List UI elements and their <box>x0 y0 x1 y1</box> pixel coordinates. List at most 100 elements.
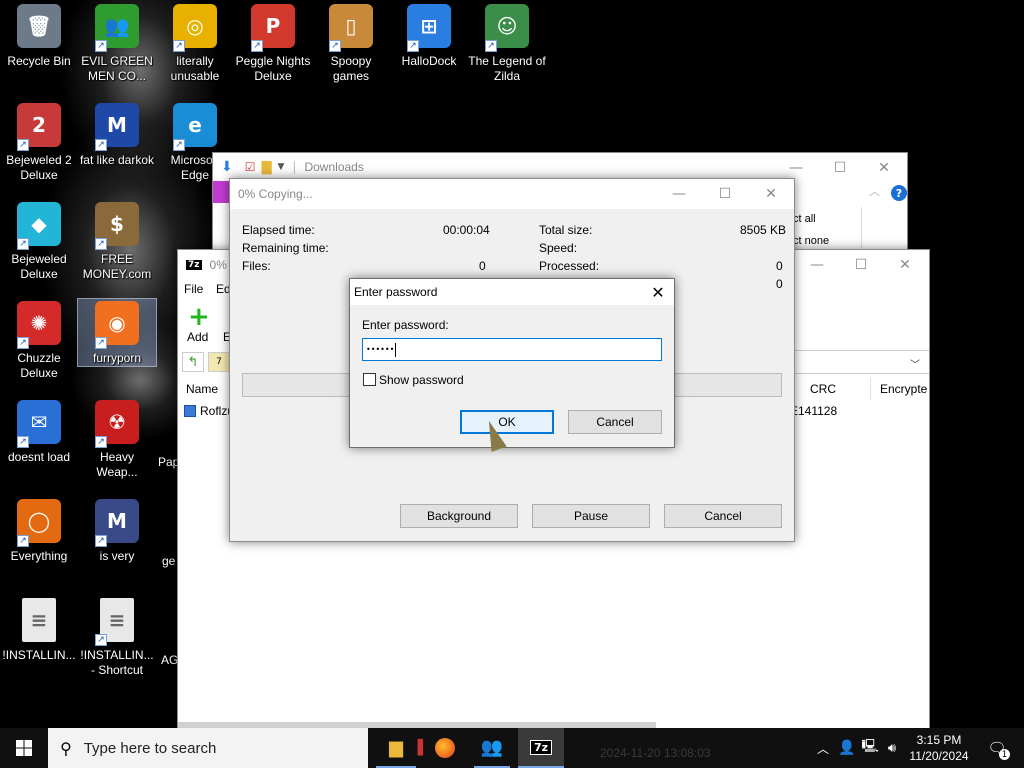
pause-button[interactable]: Pause <box>532 504 650 528</box>
desktop-icon-heavy-weapon[interactable]: ☢ ↗ Heavy Weap... <box>78 398 156 480</box>
desktop-icon-spoopy-games[interactable]: ▯ ↗ Spoopy games <box>312 2 390 84</box>
desktop-icon-label: Bejeweled 2 Deluxe <box>6 153 72 182</box>
desktop-icon-literally-unusable[interactable]: ◎ ↗ literally unusable <box>156 2 234 84</box>
recycle-bin-icon: 🗑 <box>15 2 63 50</box>
shortcut-arrow-icon: ↗ <box>95 436 107 448</box>
select-none-link[interactable]: ct none <box>793 235 829 247</box>
taskbar-file-explorer-icon[interactable]: ▆ <box>376 728 416 768</box>
desktop-icon-recycle-bin[interactable]: 🗑 Recycle Bin <box>0 2 78 69</box>
installing-shortcut-icon: ≡ ↗ <box>93 596 141 646</box>
shortcut-arrow-icon: ↗ <box>17 436 29 448</box>
sevenzip-icon: 7z <box>186 260 202 270</box>
shortcut-arrow-icon: ↗ <box>407 40 419 52</box>
desktop-icon-hallodock[interactable]: ⊞ ↗ HalloDock <box>390 2 468 69</box>
password-dialog-titlebar[interactable]: Enter password ✕ <box>350 279 674 305</box>
desktop-icon-label: fat like darkok <box>79 153 155 167</box>
desktop-icon-doesnt-load[interactable]: ✉ ↗ doesnt load <box>0 398 78 465</box>
fat-like-darkok-icon: M ↗ <box>93 101 141 151</box>
shortcut-arrow-icon: ↗ <box>17 337 29 349</box>
desktop-icon-label: Spoopy games <box>330 54 372 83</box>
column-header-name[interactable]: Name <box>186 382 218 396</box>
peggle-nights-icon: P ↗ <box>249 2 297 52</box>
start-button[interactable] <box>0 728 48 768</box>
notification-center-icon[interactable]: 🗨︎ 1 <box>980 728 1014 768</box>
sevenzip-title: 0% <box>209 258 227 272</box>
close-button[interactable]: ✕ <box>882 250 928 280</box>
shortcut-arrow-icon: ↗ <box>173 139 185 151</box>
processed-label: Processed: <box>539 259 600 273</box>
file-row[interactable]: Roflzu <box>184 402 234 420</box>
desktop-icon-everything[interactable]: ◯ ↗ Everything <box>0 497 78 564</box>
up-folder-icon[interactable]: ↰ <box>182 352 204 372</box>
desktop-icon-installing-shortcut[interactable]: ≡ ↗ !INSTALLIN... - Shortcut <box>78 596 156 678</box>
column-header-encrypted[interactable]: Encrypte <box>880 382 927 396</box>
taskbar-firefox-icon[interactable] <box>428 728 462 768</box>
heavy-weapon-icon: ☢ ↗ <box>93 398 141 448</box>
desktop-icon-bejeweled[interactable]: ◆ ↗ Bejeweled Deluxe <box>0 200 78 282</box>
help-icon[interactable]: ? <box>891 185 907 201</box>
quick-access-dropdown-icon[interactable]: ▼ <box>278 162 285 172</box>
show-password-label[interactable]: Show password <box>379 373 464 387</box>
password-input[interactable]: •••••• <box>362 338 662 361</box>
cancel-button[interactable]: Cancel <box>568 410 662 434</box>
copying-title: 0% Copying... <box>238 187 313 201</box>
download-arrow-icon: ⬇ <box>221 159 233 175</box>
desktop-icon-is-very[interactable]: M ↗ is very <box>78 497 156 564</box>
desktop-icon-evil-green-men[interactable]: 👥 ↗ EVIL GREEN MEN CO... <box>78 2 156 84</box>
installing-icon-glyph: ≡ <box>22 598 56 642</box>
ribbon-collapse-icon[interactable]: ︿ <box>869 183 880 199</box>
show-hidden-icons-icon[interactable]: ︿ <box>814 728 832 768</box>
desktop-icon-installing[interactable]: ≡ !INSTALLIN... <box>0 596 78 663</box>
tray-app-icon[interactable]: 👤 <box>836 728 858 768</box>
shortcut-arrow-icon: ↗ <box>251 40 263 52</box>
doesnt-load-icon: ✉ ↗ <box>15 398 63 448</box>
shortcut-arrow-icon: ↗ <box>95 535 107 547</box>
shortcut-arrow-icon: ↗ <box>95 337 107 349</box>
taskbar-green-men-icon[interactable]: 👥 <box>474 728 510 768</box>
show-password-checkbox[interactable] <box>363 373 376 386</box>
desktop-icon-chuzzle[interactable]: ✺ ↗ Chuzzle Deluxe <box>0 299 78 381</box>
desktop-icon-peggle-nights[interactable]: P ↗ Peggle Nights Deluxe <box>234 2 312 84</box>
notification-count: 1 <box>999 749 1010 760</box>
clock-time: 3:15 PM <box>916 733 962 747</box>
desktop-icon-label: !INSTALLIN... <box>2 648 76 662</box>
desktop-icon-label: HalloDock <box>401 54 457 68</box>
close-button[interactable]: ✕ <box>748 179 794 209</box>
add-button-label[interactable]: Add <box>187 330 208 344</box>
minimize-button[interactable]: — <box>656 179 702 209</box>
maximize-button[interactable]: ☐ <box>817 153 863 183</box>
desktop-icon-fat-like-darkok[interactable]: M ↗ fat like darkok <box>78 101 156 168</box>
minimize-button[interactable]: — <box>794 250 840 280</box>
maximize-button[interactable]: ☐ <box>702 179 748 209</box>
copying-titlebar[interactable]: 0% Copying... — ☐ ✕ <box>230 179 794 209</box>
volume-icon[interactable]: 🔊︎ <box>882 728 902 768</box>
background-button[interactable]: Background <box>400 504 518 528</box>
network-icon[interactable]: 🖳 <box>860 728 880 768</box>
column-header-crc[interactable]: CRC <box>810 382 836 396</box>
password-dialog[interactable]: Enter password ✕ Enter password: •••••• … <box>349 278 675 448</box>
total-size-value: 8505 KB <box>740 223 787 237</box>
total-size-label: Total size: <box>539 223 593 237</box>
maximize-button[interactable]: ☐ <box>838 250 884 280</box>
spoopy-games-icon: ▯ ↗ <box>327 2 375 52</box>
explorer-titlebar[interactable]: ⬇ ☑ ▇ ▼ | Downloads — ☐ ✕ <box>213 153 907 181</box>
cancel-button[interactable]: Cancel <box>664 504 782 528</box>
close-icon[interactable]: ✕ <box>648 282 668 302</box>
desktop-label-partial: AG <box>161 653 179 667</box>
close-button[interactable]: ✕ <box>861 153 907 183</box>
desktop-icon-bejeweled-2[interactable]: 2 ↗ Bejeweled 2 Deluxe <box>0 101 78 183</box>
speed-label: Speed: <box>539 241 578 255</box>
desktop-icon-legend-of-zilda[interactable]: ☺ ↗ The Legend of Zilda <box>468 2 546 84</box>
clock[interactable]: 3:15 PM 11/20/2024 <box>904 730 974 766</box>
files-label: Files: <box>242 259 271 273</box>
shortcut-arrow-icon: ↗ <box>329 40 341 52</box>
select-all-link[interactable]: ct all <box>793 213 816 225</box>
taskbar-7zip-icon[interactable]: 7z <box>518 728 564 768</box>
search-box[interactable]: ⚲ Type here to search <box>48 728 368 768</box>
menu-file[interactable]: File <box>184 282 203 296</box>
shortcut-arrow-icon: ↗ <box>173 40 185 52</box>
properties-icon[interactable]: ☑ <box>245 160 256 174</box>
desktop-icon-furryporn[interactable]: ◉ ↗ furryporn <box>77 298 157 367</box>
ok-button[interactable]: OK <box>460 410 554 434</box>
desktop-icon-free-money[interactable]: $ ↗ FREE MONEY.com <box>78 200 156 282</box>
